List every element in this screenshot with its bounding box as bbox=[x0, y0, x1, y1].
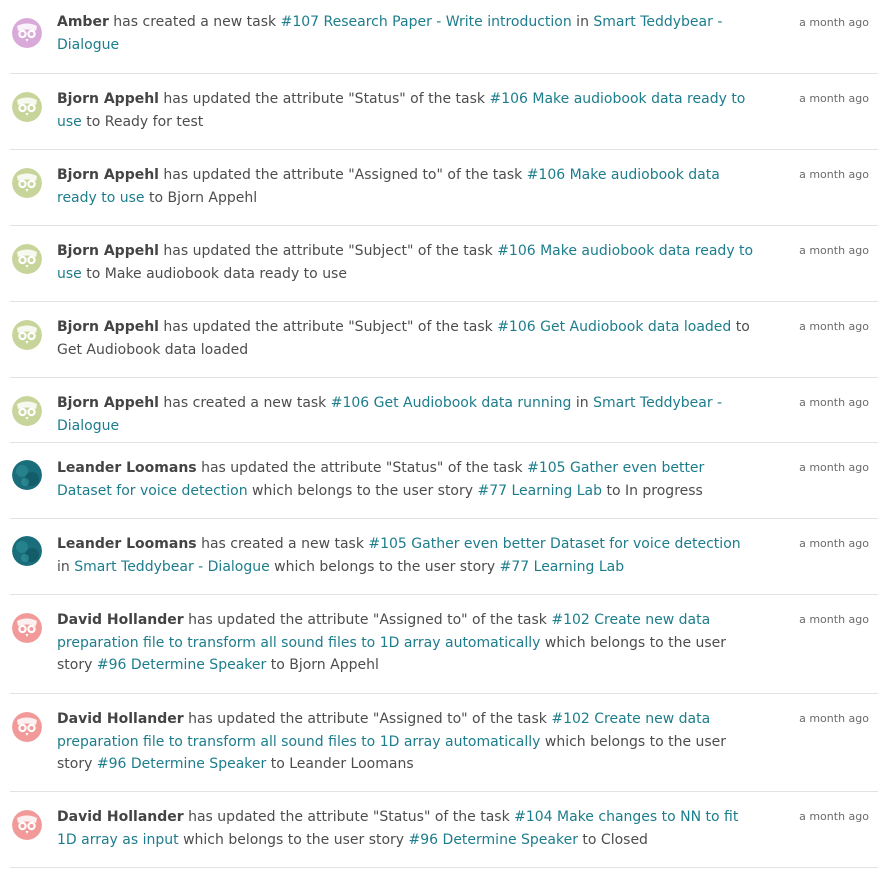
task-link[interactable]: #96 Determine Speaker bbox=[409, 832, 578, 848]
avatar[interactable] bbox=[12, 712, 42, 742]
activity-text: Bjorn Appehl has updated the attribute "… bbox=[57, 164, 757, 209]
activity-description: to In progress bbox=[602, 482, 703, 499]
avatar[interactable] bbox=[12, 92, 42, 122]
activity-description: in bbox=[57, 558, 75, 575]
avatar[interactable] bbox=[12, 18, 42, 48]
task-link[interactable]: #106 Get Audiobook data running bbox=[331, 395, 572, 411]
task-link[interactable]: #77 Learning Lab bbox=[478, 483, 603, 499]
activity-description: has created a new task bbox=[158, 395, 331, 411]
activity-description: to Ready for test bbox=[81, 113, 204, 130]
timestamp: a month ago bbox=[799, 320, 869, 333]
timestamp: a month ago bbox=[799, 16, 869, 29]
user-name[interactable]: Bjorn Appehl bbox=[57, 243, 159, 259]
activity-description: in bbox=[571, 395, 594, 411]
timestamp: a month ago bbox=[799, 810, 869, 823]
activity-description: which belongs to the user story bbox=[178, 831, 409, 848]
task-link[interactable]: #105 Gather even better Dataset for voic… bbox=[368, 536, 740, 552]
activity-description: in bbox=[571, 14, 594, 30]
avatar[interactable] bbox=[12, 613, 42, 643]
timestamp: a month ago bbox=[799, 537, 869, 550]
activity-text: Bjorn Appehl has created a new task #106… bbox=[57, 392, 757, 437]
avatar[interactable] bbox=[12, 536, 42, 566]
activity-description: has updated the attribute "Assigned to" … bbox=[183, 711, 552, 727]
activity-text: David Hollander has updated the attribut… bbox=[57, 708, 757, 776]
activity-text: Leander Loomans has updated the attribut… bbox=[57, 457, 757, 502]
activity-description: has created a new task bbox=[108, 14, 281, 30]
activity-item: Bjorn Appehl has updated the attribute "… bbox=[10, 302, 878, 378]
activity-description: which belongs to the user story bbox=[247, 482, 478, 499]
timestamp: a month ago bbox=[799, 396, 869, 409]
avatar[interactable] bbox=[12, 320, 42, 350]
avatar[interactable] bbox=[12, 396, 42, 426]
timestamp: a month ago bbox=[799, 461, 869, 474]
avatar[interactable] bbox=[12, 460, 42, 490]
timestamp: a month ago bbox=[799, 712, 869, 725]
user-name[interactable]: Bjorn Appehl bbox=[57, 167, 159, 183]
activity-description: has updated the attribute "Subject" of t… bbox=[158, 319, 498, 335]
activity-description: has created a new task bbox=[196, 536, 369, 552]
task-link[interactable]: #96 Determine Speaker bbox=[97, 657, 266, 673]
avatar[interactable] bbox=[12, 168, 42, 198]
activity-text: Bjorn Appehl has updated the attribute "… bbox=[57, 240, 757, 285]
activity-description: to Bjorn Appehl bbox=[144, 189, 258, 206]
activity-description: to Leander Loomans bbox=[266, 756, 414, 772]
activity-text: David Hollander has updated the attribut… bbox=[57, 609, 757, 677]
activity-item: Leander Loomans has created a new task #… bbox=[10, 519, 878, 595]
activity-description: to Make audiobook data ready to use bbox=[81, 265, 347, 282]
activity-text: Bjorn Appehl has updated the attribute "… bbox=[57, 88, 757, 133]
activity-description: which belongs to the user story bbox=[269, 558, 500, 575]
activity-description: has updated the attribute "Status" of th… bbox=[183, 809, 515, 825]
timestamp: a month ago bbox=[799, 92, 869, 105]
user-name[interactable]: David Hollander bbox=[57, 711, 184, 727]
activity-description: to Closed bbox=[577, 831, 648, 848]
user-name[interactable]: Bjorn Appehl bbox=[57, 319, 159, 335]
avatar[interactable] bbox=[12, 810, 42, 840]
avatar[interactable] bbox=[12, 244, 42, 274]
project-link[interactable]: Smart Teddybear - Dialogue bbox=[74, 559, 270, 575]
activity-description: has updated the attribute "Subject" of t… bbox=[158, 243, 498, 259]
activity-text: Leander Loomans has created a new task #… bbox=[57, 533, 757, 578]
task-link[interactable]: #107 Research Paper - Write introduction bbox=[281, 14, 572, 30]
activity-item: David Hollander has updated the attribut… bbox=[10, 792, 878, 868]
user-name[interactable]: Amber bbox=[57, 14, 109, 30]
activity-description: to Bjorn Appehl bbox=[266, 657, 379, 673]
activity-item: Amber has created a new task #107 Resear… bbox=[10, 0, 878, 74]
activity-description: has updated the attribute "Status" of th… bbox=[158, 91, 490, 107]
activity-item: Bjorn Appehl has updated the attribute "… bbox=[10, 226, 878, 302]
activity-item: David Hollander has updated the attribut… bbox=[10, 694, 878, 792]
timestamp: a month ago bbox=[799, 244, 869, 257]
activity-item: Bjorn Appehl has updated the attribute "… bbox=[10, 74, 878, 150]
user-name[interactable]: Bjorn Appehl bbox=[57, 395, 159, 411]
activity-item: Leander Loomans has updated the attribut… bbox=[10, 443, 878, 519]
user-name[interactable]: Bjorn Appehl bbox=[57, 91, 159, 107]
activity-description: has updated the attribute "Assigned to" … bbox=[183, 612, 552, 628]
user-name[interactable]: Leander Loomans bbox=[57, 536, 197, 552]
user-name[interactable]: Leander Loomans bbox=[57, 460, 197, 476]
activity-description: has updated the attribute "Status" of th… bbox=[196, 460, 528, 476]
task-link[interactable]: #77 Learning Lab bbox=[500, 559, 625, 575]
activity-description: has updated the attribute "Assigned to" … bbox=[158, 167, 527, 183]
activity-item: Bjorn Appehl has created a new task #106… bbox=[10, 378, 878, 443]
user-name[interactable]: David Hollander bbox=[57, 809, 184, 825]
task-link[interactable]: #106 Get Audiobook data loaded bbox=[497, 319, 731, 335]
activity-text: Bjorn Appehl has updated the attribute "… bbox=[57, 316, 757, 361]
activity-item: David Hollander has updated the attribut… bbox=[10, 595, 878, 694]
timestamp: a month ago bbox=[799, 168, 869, 181]
activity-text: David Hollander has updated the attribut… bbox=[57, 806, 757, 851]
activity-text: Amber has created a new task #107 Resear… bbox=[57, 11, 757, 56]
activity-item: Bjorn Appehl has updated the attribute "… bbox=[10, 150, 878, 226]
task-link[interactable]: #96 Determine Speaker bbox=[97, 756, 266, 772]
user-name[interactable]: David Hollander bbox=[57, 612, 184, 628]
timestamp: a month ago bbox=[799, 613, 869, 626]
